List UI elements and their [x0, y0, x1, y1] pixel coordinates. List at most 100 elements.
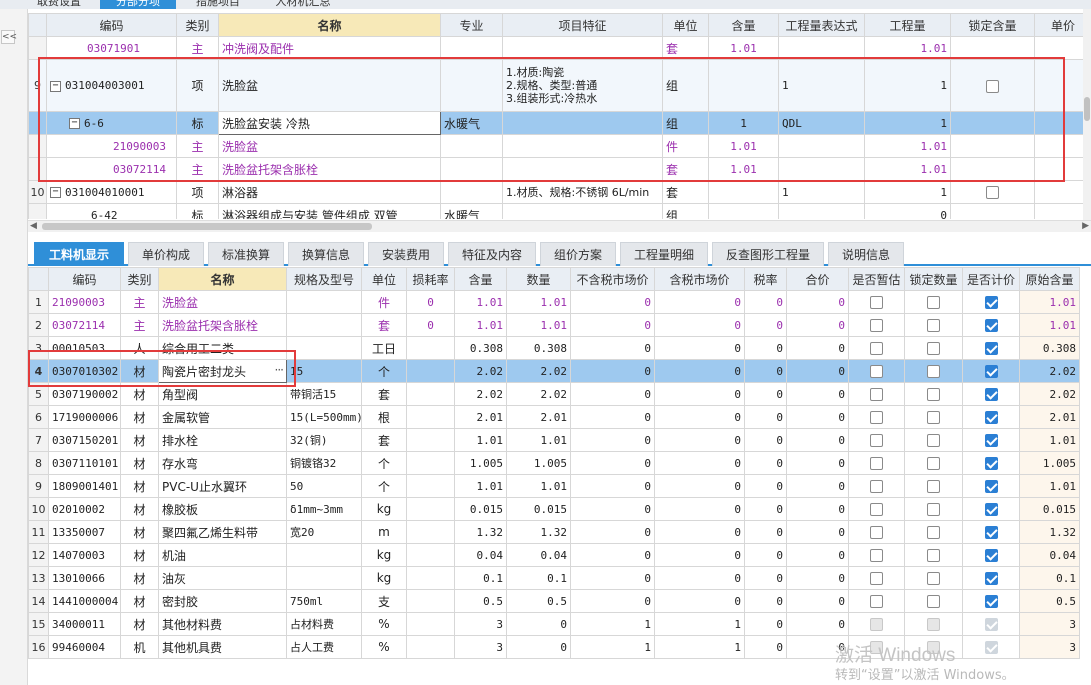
resource-name[interactable]: PVC-U止水翼环	[158, 474, 287, 498]
resource-is-estimate[interactable]	[848, 451, 905, 475]
resource-price-excl-tax[interactable]: 1	[570, 612, 655, 636]
resource-quantity[interactable]: 1.01	[506, 428, 571, 452]
resource-lock-qty[interactable]	[904, 612, 963, 636]
item-name[interactable]: 洗脸盆	[218, 134, 441, 158]
item-name-editor[interactable]: 洗脸盆安装 冷热	[218, 111, 441, 135]
is-estimate-checkbox[interactable]	[870, 388, 883, 401]
resource-is-priced[interactable]	[962, 290, 1020, 314]
resource-price-excl-tax[interactable]: 1	[570, 635, 655, 659]
resource-loss-rate[interactable]	[406, 635, 455, 659]
resource-loss-rate[interactable]	[406, 474, 455, 498]
table-row[interactable]: 14 1441000004 材密封胶 750ml 支 0.5 0.5 0 0 0 0 0.5	[28, 589, 1080, 613]
resource-price-excl-tax[interactable]: 0	[570, 382, 655, 406]
resource-quantity[interactable]: 1.01	[506, 474, 571, 498]
resource-code[interactable]: 0307110101	[48, 451, 121, 475]
resource-total[interactable]: 0	[786, 451, 849, 475]
resource-original-content[interactable]: 2.02	[1019, 382, 1080, 406]
resource-lock-qty[interactable]	[904, 359, 963, 383]
resource-loss-rate[interactable]	[406, 566, 455, 590]
resource-original-content[interactable]: 1.01	[1019, 474, 1080, 498]
col-header-tax-rate[interactable]: 税率	[744, 267, 787, 291]
resource-name[interactable]: 其他机具费	[158, 635, 287, 659]
item-code[interactable]: 03072114	[46, 157, 177, 181]
item-type[interactable]: 项	[176, 59, 219, 112]
resource-is-priced[interactable]	[962, 474, 1020, 498]
resource-content[interactable]: 0.308	[454, 336, 507, 360]
resource-spec[interactable]: 50	[286, 474, 362, 498]
resource-content[interactable]: 0.1	[454, 566, 507, 590]
is-estimate-checkbox[interactable]	[870, 503, 883, 516]
resource-code[interactable]: 03072114	[48, 313, 121, 337]
is-estimate-checkbox[interactable]	[870, 319, 883, 332]
resource-is-priced[interactable]	[962, 635, 1020, 659]
resource-tax-rate[interactable]: 0	[744, 497, 787, 521]
col-header-is-estimate[interactable]: 是否暂估	[848, 267, 905, 291]
resource-is-priced[interactable]	[962, 428, 1020, 452]
table-row[interactable]: 9 −031004003001 项 洗脸盆 1.材质:陶瓷 2.规格、类型:普通…	[28, 59, 1091, 112]
item-feature[interactable]	[502, 157, 663, 181]
table-row[interactable]: 7 0307150201 材排水栓 32(铜) 套 1.01 1.01 0 0 0 0 1.01	[28, 428, 1080, 452]
resource-tax-rate[interactable]: 0	[744, 382, 787, 406]
resource-code[interactable]: 1441000004	[48, 589, 121, 613]
resource-original-content[interactable]: 2.02	[1019, 359, 1080, 383]
resource-loss-rate[interactable]	[406, 405, 455, 429]
resource-price-incl-tax[interactable]: 0	[654, 566, 745, 590]
resource-quantity[interactable]: 0	[506, 635, 571, 659]
resource-price-excl-tax[interactable]: 0	[570, 474, 655, 498]
resource-lock-qty[interactable]	[904, 566, 963, 590]
resource-spec[interactable]: 15	[286, 359, 362, 383]
is-estimate-checkbox[interactable]	[870, 549, 883, 562]
resource-total[interactable]: 0	[786, 497, 849, 521]
tree-collapse-icon[interactable]: −	[69, 118, 80, 129]
resource-spec[interactable]	[286, 566, 362, 590]
is-priced-checkbox[interactable]	[984, 388, 998, 401]
is-estimate-checkbox[interactable]	[870, 411, 883, 424]
item-type[interactable]: 主	[176, 157, 219, 181]
resource-lock-qty[interactable]	[904, 520, 963, 544]
item-major[interactable]	[440, 180, 503, 204]
resource-is-priced[interactable]	[962, 359, 1020, 383]
resource-total[interactable]: 0	[786, 543, 849, 567]
resource-content[interactable]: 0.5	[454, 589, 507, 613]
item-lock-qty[interactable]	[950, 134, 1035, 158]
item-qty[interactable]: 1.01	[708, 157, 779, 181]
resource-type[interactable]: 材	[120, 543, 159, 567]
lock-qty-checkbox[interactable]	[986, 79, 999, 93]
resource-type[interactable]: 材	[120, 359, 159, 383]
table-row[interactable]: 10 −031004010001 项 淋浴器 1.材质、规格:不锈钢 6L/mi…	[28, 180, 1091, 204]
resource-loss-rate[interactable]	[406, 451, 455, 475]
lock-qty-checkbox[interactable]	[927, 434, 940, 447]
item-expr[interactable]: QDL	[778, 111, 865, 135]
resource-name[interactable]: 油灰	[158, 566, 287, 590]
resource-spec[interactable]: 带铜活15	[286, 382, 362, 406]
tab-pricing-scheme[interactable]: 组价方案	[540, 242, 616, 266]
resource-quantity[interactable]: 1.01	[506, 290, 571, 314]
resource-loss-rate[interactable]	[406, 520, 455, 544]
resource-content[interactable]: 3	[454, 635, 507, 659]
resource-loss-rate[interactable]: 0	[406, 313, 455, 337]
resource-spec[interactable]: 占人工费	[286, 635, 362, 659]
item-amount[interactable]: 1	[864, 111, 951, 135]
lock-qty-checkbox[interactable]	[927, 457, 940, 470]
table-row[interactable]: 6 1719000006 材金属软管 15(L=500mm) 根 2.01 2.01 0 0 0 0…	[28, 405, 1080, 429]
resource-unit[interactable]: 个	[361, 474, 407, 498]
resource-tax-rate[interactable]: 0	[744, 612, 787, 636]
resource-tax-rate[interactable]: 0	[744, 290, 787, 314]
resource-name[interactable]: 洗脸盆托架含胀栓	[158, 313, 287, 337]
resource-unit[interactable]: 件	[361, 290, 407, 314]
resource-lock-qty[interactable]	[904, 405, 963, 429]
resource-price-incl-tax[interactable]: 0	[654, 520, 745, 544]
col-header-spec[interactable]: 规格及型号	[286, 267, 362, 291]
item-unit[interactable]: 件	[662, 134, 709, 158]
resource-price-incl-tax[interactable]: 0	[654, 543, 745, 567]
resource-lock-qty[interactable]	[904, 451, 963, 475]
resource-price-incl-tax[interactable]: 0	[654, 497, 745, 521]
resource-is-priced[interactable]	[962, 405, 1020, 429]
col-header-lock-qty[interactable]: 锁定含量	[950, 13, 1035, 37]
item-expr[interactable]: 1	[778, 180, 865, 204]
item-lock-qty[interactable]	[950, 180, 1035, 204]
resource-is-estimate[interactable]	[848, 428, 905, 452]
resource-code[interactable]: 1719000006	[48, 405, 121, 429]
resource-price-excl-tax[interactable]: 0	[570, 359, 655, 383]
item-name[interactable]: 洗脸盆	[218, 59, 441, 112]
